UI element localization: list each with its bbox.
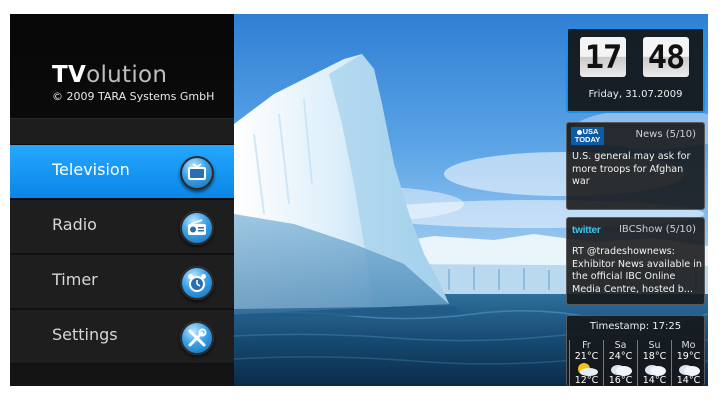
menu-item-radio[interactable]: Radio — [10, 200, 234, 254]
menu-item-settings[interactable]: Settings — [10, 310, 234, 364]
weather-day: Su 18°C 14°C — [637, 340, 671, 386]
weather-widget[interactable]: Timestamp: 17:25 Fr 21°C 12°C Sa 24°C 16… — [566, 315, 705, 386]
menu-item-label: Timer — [52, 270, 98, 289]
weather-day-name: Su — [648, 340, 661, 351]
menu-footer-band — [10, 366, 234, 386]
weather-high: 18°C — [642, 351, 667, 362]
clock-widget[interactable]: 17 48 Friday, 31.07.2009 — [566, 27, 705, 113]
radio-icon — [180, 211, 214, 245]
cloudy-icon — [611, 365, 632, 376]
weather-day: Sa 24°C 16°C — [603, 340, 637, 386]
cloudy-icon — [645, 365, 666, 376]
news-headline: U.S. general may ask for more troops for… — [572, 151, 691, 187]
menu-item-label: Radio — [52, 215, 97, 234]
weather-high: 21°C — [574, 351, 599, 362]
twitter-header: twitter IBCShow (5/10) — [567, 218, 704, 242]
alarm-clock-icon — [180, 266, 214, 300]
weather-low: 14°C — [676, 375, 701, 386]
weather-low: 12°C — [574, 375, 599, 386]
twitter-source: IBCShow (5/10) — [618, 224, 696, 235]
cloudy-icon — [679, 365, 700, 376]
weather-day: Fr 21°C 12°C — [569, 340, 603, 386]
app-title: TVolution — [52, 62, 214, 88]
partly-sunny-icon — [578, 363, 598, 376]
menu-item-timer[interactable]: Timer — [10, 255, 234, 309]
app-title-bold: TV — [52, 62, 87, 88]
menu-item-label: Television — [52, 160, 130, 179]
copyright-text: © 2009 TARA Systems GmbH — [52, 90, 215, 103]
weather-high: 24°C — [608, 351, 633, 362]
menu-header-band — [10, 119, 234, 144]
weather-low: 14°C — [642, 375, 667, 386]
app-title-rest: olution — [86, 62, 168, 88]
usa-today-logo-line2: TODAY — [574, 135, 601, 144]
tv-icon — [180, 156, 214, 190]
weather-day: Mo 19°C 14°C — [671, 340, 705, 386]
app-logo: TVolution © 2009 TARA Systems GmbH — [52, 62, 214, 103]
news-header: USA TODAY News (5/10) — [567, 123, 704, 147]
menu-item-television[interactable]: Television — [10, 145, 234, 199]
weather-day-name: Mo — [681, 340, 696, 351]
tools-icon — [180, 321, 214, 355]
weather-day-name: Sa — [614, 340, 627, 351]
weather-low: 16°C — [608, 375, 633, 386]
tv-screen: TVolution © 2009 TARA Systems GmbH Telev… — [10, 14, 708, 386]
twitter-widget[interactable]: twitter IBCShow (5/10) RT @tradeshownews… — [566, 217, 705, 305]
weather-day-name: Fr — [582, 340, 591, 351]
clock-hours: 17 — [580, 37, 626, 77]
news-source: News (5/10) — [635, 129, 696, 140]
usa-today-logo-icon: USA TODAY — [571, 127, 604, 145]
weather-timestamp: Timestamp: 17:25 — [589, 321, 682, 332]
menu-item-label: Settings — [52, 325, 118, 344]
news-widget[interactable]: USA TODAY News (5/10) U.S. general may as… — [566, 122, 705, 210]
clock-minutes: 48 — [643, 37, 689, 77]
tweet-text: RT @tradeshownews: Exhibitor News availa… — [572, 246, 702, 295]
clock-date: Friday, 31.07.2009 — [588, 89, 683, 100]
weather-high: 19°C — [676, 351, 701, 362]
twitter-logo-icon: twitter — [572, 225, 601, 236]
main-menu: TVolution © 2009 TARA Systems GmbH Telev… — [10, 14, 234, 386]
